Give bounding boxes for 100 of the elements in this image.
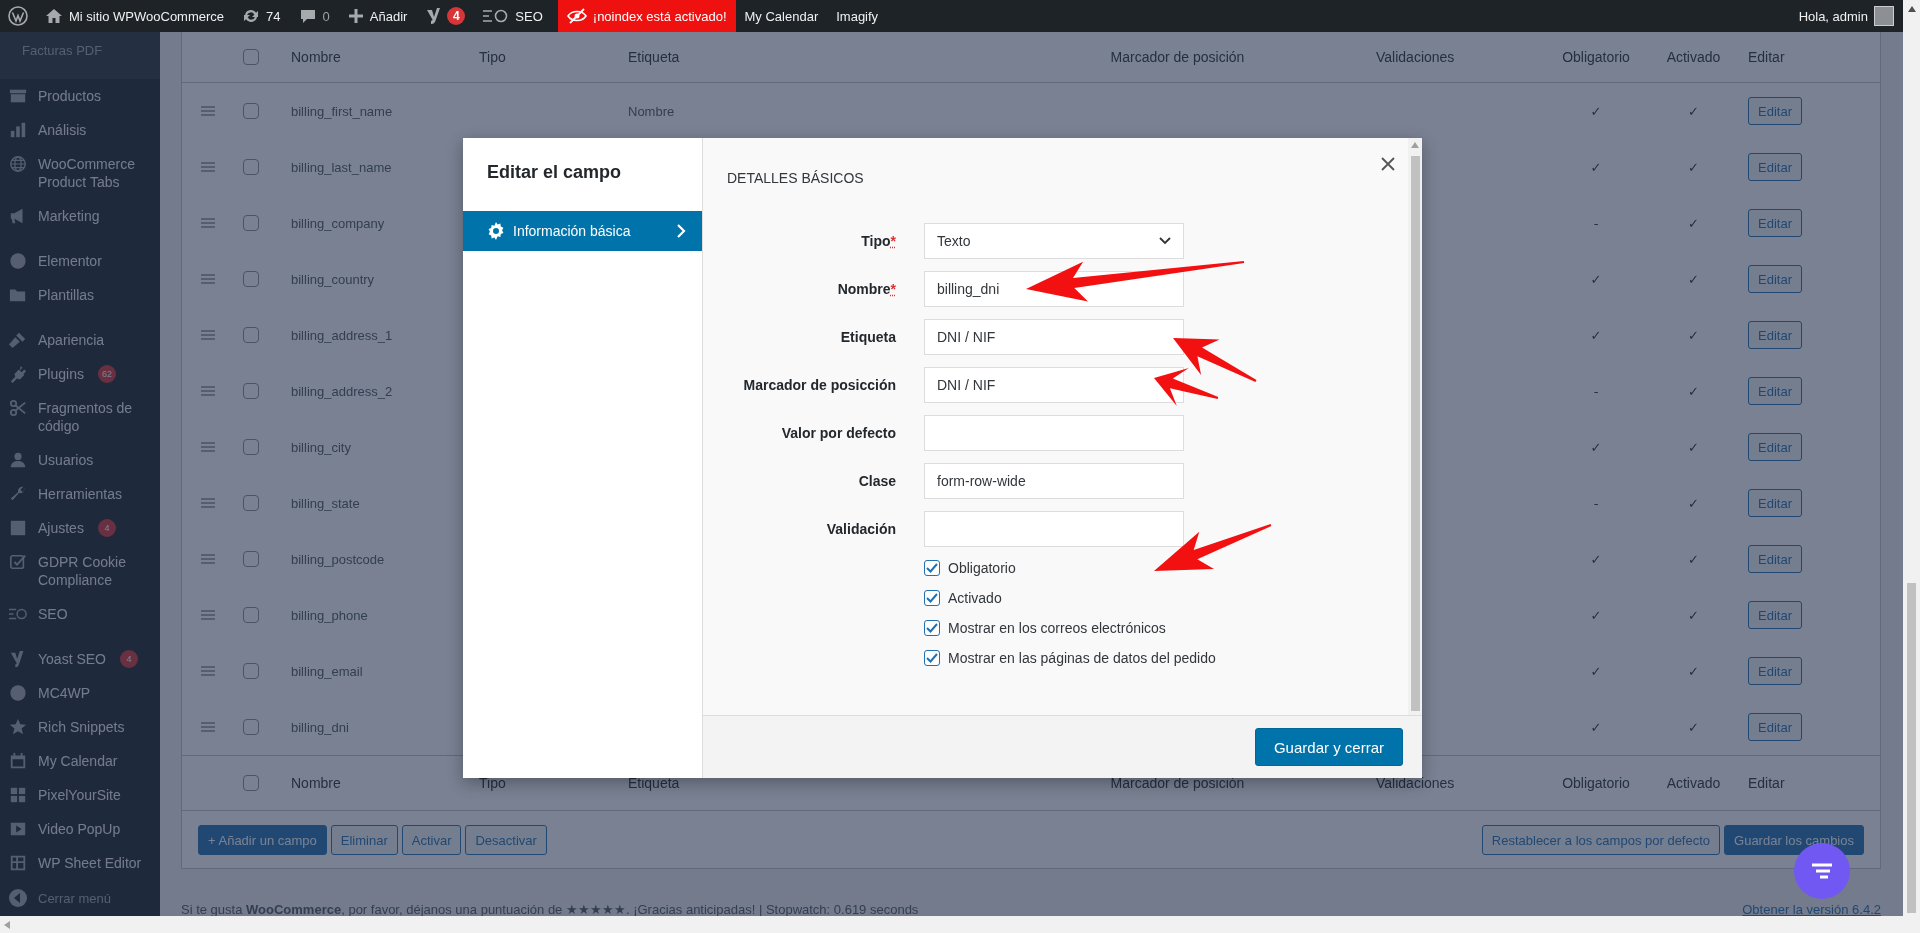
sidebar-tab[interactable]: Información básica: [463, 211, 702, 251]
collapse-menu-button[interactable]: Cerrar menú: [0, 880, 160, 916]
admin-bar-link[interactable]: 0: [289, 0, 339, 32]
row-checkbox[interactable]: [243, 271, 259, 287]
type-select[interactable]: Texto: [924, 223, 1184, 259]
admin-bar-link[interactable]: SEO: [474, 0, 552, 32]
checkbox[interactable]: [924, 590, 940, 606]
secondary-button[interactable]: Eliminar: [330, 825, 398, 855]
drag-handle-icon[interactable]: [200, 274, 215, 284]
drag-handle-icon[interactable]: [200, 386, 215, 396]
admin-bar-link[interactable]: My Calendar: [735, 0, 828, 32]
menu-item[interactable]: Rich Snippets: [0, 710, 160, 744]
table-cell: ✓: [1688, 159, 1699, 175]
column-header: Obligatorio: [1562, 49, 1630, 65]
secondary-button[interactable]: Restablecer a los campos por defecto: [1481, 825, 1721, 855]
menu-item[interactable]: Fragmentos de código: [0, 391, 160, 443]
row-checkbox[interactable]: [243, 551, 259, 567]
menu-item[interactable]: Yoast SEO 4: [0, 642, 160, 676]
menu-item[interactable]: Productos: [0, 79, 160, 113]
admin-bar-link[interactable]: Imagify: [827, 0, 888, 32]
menu-item[interactable]: WP Sheet Editor: [0, 846, 160, 880]
drag-handle-icon[interactable]: [200, 442, 215, 452]
edit-button[interactable]: Editar: [1748, 433, 1802, 461]
input-field[interactable]: [924, 511, 1184, 547]
edit-button[interactable]: Editar: [1748, 713, 1802, 741]
menu-item[interactable]: Usuarios: [0, 443, 160, 477]
checkbox[interactable]: [924, 620, 940, 636]
edit-button[interactable]: Editar: [1748, 265, 1802, 293]
row-checkbox[interactable]: [243, 775, 259, 791]
edit-button[interactable]: Editar: [1748, 489, 1802, 517]
menu-item[interactable]: Análisis: [0, 113, 160, 147]
drag-handle-icon[interactable]: [200, 106, 215, 116]
checkbox[interactable]: [924, 560, 940, 576]
edit-button[interactable]: Editar: [1748, 545, 1802, 573]
row-checkbox[interactable]: [243, 607, 259, 623]
row-checkbox[interactable]: [243, 719, 259, 735]
input-field[interactable]: DNI / NIF: [924, 319, 1184, 355]
menu-item[interactable]: WooCommerce Product Tabs: [0, 147, 160, 199]
edit-button[interactable]: Editar: [1748, 321, 1802, 349]
input-field[interactable]: form-row-wide: [924, 463, 1184, 499]
drag-handle-icon[interactable]: [200, 666, 215, 676]
version-link[interactable]: Obtener la versión 6.4.2: [1742, 903, 1881, 916]
menu-item[interactable]: PixelYourSite: [0, 778, 160, 812]
drag-handle-icon[interactable]: [200, 722, 215, 732]
row-checkbox[interactable]: [243, 439, 259, 455]
primary-button[interactable]: + Añadir un campo: [198, 825, 327, 855]
edit-button[interactable]: Editar: [1748, 209, 1802, 237]
menu-item[interactable]: MC4WP: [0, 676, 160, 710]
edit-button[interactable]: Editar: [1748, 657, 1802, 685]
row-checkbox[interactable]: [243, 495, 259, 511]
row-checkbox[interactable]: [243, 327, 259, 343]
table-cell: ✓: [1590, 159, 1602, 175]
row-checkbox[interactable]: [243, 663, 259, 679]
menu-item[interactable]: Marketing: [0, 199, 160, 233]
left-arrow-icon[interactable]: [4, 920, 10, 929]
drag-handle-icon[interactable]: [200, 330, 215, 340]
floating-action-button[interactable]: [1794, 843, 1850, 899]
edit-button[interactable]: Editar: [1748, 601, 1802, 629]
admin-bar-link[interactable]: 74: [233, 0, 290, 32]
menu-item[interactable]: Herramientas: [0, 477, 160, 511]
table-cell: ✓: [1590, 551, 1602, 567]
drag-handle-icon[interactable]: [200, 498, 215, 508]
row-checkbox[interactable]: [243, 383, 259, 399]
admin-bar-link[interactable]: Mi sitio WPWooCommerce: [36, 0, 234, 32]
menu-item[interactable]: GDPR Cookie Compliance: [0, 545, 160, 597]
input-field[interactable]: [924, 415, 1184, 451]
menu-item[interactable]: Plugins 62: [0, 357, 160, 391]
edit-button[interactable]: Editar: [1748, 97, 1802, 125]
menu-item[interactable]: Elementor: [0, 244, 160, 278]
up-arrow-icon[interactable]: [1907, 6, 1916, 12]
admin-bar-link[interactable]: Añadir: [338, 0, 417, 32]
edit-button[interactable]: Editar: [1748, 377, 1802, 405]
menu-item[interactable]: My Calendar: [0, 744, 160, 778]
edit-button[interactable]: Editar: [1748, 153, 1802, 181]
drag-handle-icon[interactable]: [200, 218, 215, 228]
row-checkbox[interactable]: [243, 159, 259, 175]
row-checkbox[interactable]: [243, 215, 259, 231]
menu-item[interactable]: Plantillas: [0, 278, 160, 312]
drag-handle-icon[interactable]: [200, 554, 215, 564]
row-checkbox[interactable]: [243, 49, 259, 65]
scrollbar-thumb[interactable]: [1410, 156, 1420, 711]
menu-item[interactable]: Apariencia: [0, 323, 160, 357]
checkbox[interactable]: [924, 650, 940, 666]
scrollbar[interactable]: [1408, 138, 1422, 715]
menu-item[interactable]: SEO: [0, 597, 160, 631]
input-field[interactable]: DNI / NIF: [924, 367, 1184, 403]
admin-bar-link[interactable]: Hola, admin: [1789, 0, 1903, 32]
menu-item[interactable]: Ajustes 4: [0, 511, 160, 545]
row-checkbox[interactable]: [243, 103, 259, 119]
admin-bar-link[interactable]: ¡noindex está activado!: [557, 0, 736, 32]
drag-handle-icon[interactable]: [200, 610, 215, 620]
save-button[interactable]: Guardar y cerrar: [1254, 728, 1403, 766]
scrollbar-thumb[interactable]: [1907, 583, 1916, 913]
menu-item[interactable]: Video PopUp: [0, 812, 160, 846]
admin-bar-link[interactable]: 4: [416, 0, 475, 32]
secondary-button[interactable]: Activar: [401, 825, 462, 855]
secondary-button[interactable]: Desactivar: [465, 825, 547, 855]
drag-handle-icon[interactable]: [200, 162, 215, 172]
primary-button[interactable]: Guardar los cambios: [1724, 825, 1864, 855]
modal-title: Editar el campo: [487, 162, 622, 182]
